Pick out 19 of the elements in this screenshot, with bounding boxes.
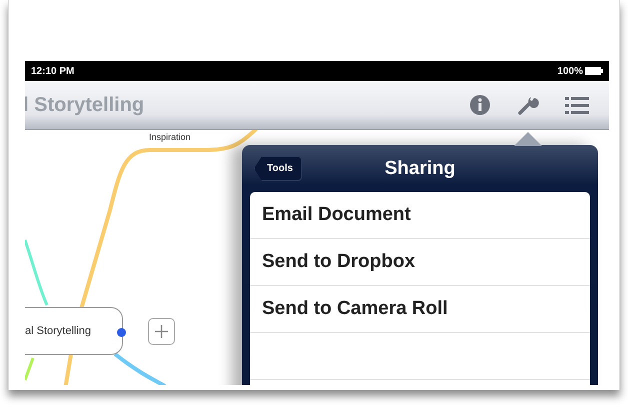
back-button[interactable]: Tools [254, 156, 302, 181]
connector-dot[interactable] [117, 328, 126, 337]
popover-title: Sharing [384, 158, 456, 180]
battery-icon [585, 67, 603, 75]
mind-map-node[interactable]: al Storytelling [25, 307, 123, 355]
mind-map-branch [25, 357, 34, 381]
add-node-button[interactable] [148, 318, 175, 345]
plus-icon [155, 325, 168, 338]
list-icon[interactable] [565, 95, 589, 115]
mind-map-branch [25, 240, 48, 306]
branch-label: Inspiration [149, 132, 191, 142]
status-time: 12:10 PM [31, 66, 74, 76]
menu-item[interactable]: Send to Camera Roll [250, 286, 590, 333]
menu-item[interactable]: Email Document [250, 192, 590, 239]
info-icon[interactable] [469, 94, 491, 116]
wrench-icon[interactable] [517, 94, 539, 116]
menu-item[interactable]: Send to Dropbox [250, 239, 590, 286]
battery-percent: 100% [557, 66, 583, 76]
popover-arrow [514, 132, 542, 146]
